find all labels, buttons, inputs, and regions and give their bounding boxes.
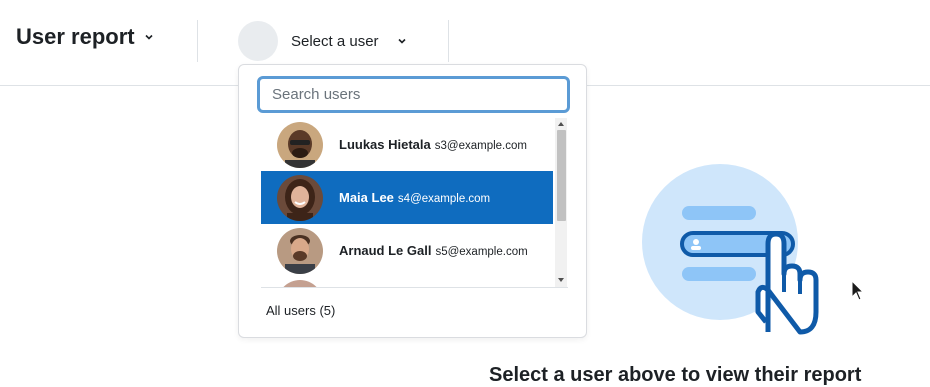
report-title: User report <box>16 24 135 49</box>
select-user-prompt: Select a user above to view their report <box>489 364 862 386</box>
user-name: Maia Lee <box>339 189 394 205</box>
user-email: s5@example.com <box>435 245 528 258</box>
select-user-illustration <box>642 164 819 335</box>
divider <box>261 287 568 288</box>
avatar <box>277 279 323 287</box>
avatar <box>277 227 323 274</box>
header-divider <box>197 20 198 62</box>
scroll-up-icon[interactable] <box>557 120 565 128</box>
scrollbar[interactable] <box>555 118 567 287</box>
chevron-down-icon <box>145 34 153 40</box>
search-input[interactable] <box>257 76 570 113</box>
list-item[interactable]: Luukas Hietala s3@example.com <box>261 118 553 171</box>
header-divider <box>448 20 449 62</box>
scrollbar-thumb[interactable] <box>557 130 566 221</box>
all-users-link[interactable]: All users (5) <box>266 303 335 318</box>
user-email: s4@example.com <box>397 192 491 205</box>
list-item[interactable]: Arnaud Le Gall s5@example.com <box>261 224 553 277</box>
list-item[interactable]: Maia Lee s4@example.com <box>261 171 553 224</box>
avatar <box>277 174 323 221</box>
avatar <box>277 121 323 168</box>
user-email: s3@example.com <box>434 139 527 152</box>
report-selector[interactable]: User report <box>16 24 154 50</box>
user-search-dropdown: Luukas Hietalas3@example.com Maia Lees4@… <box>238 64 587 338</box>
chevron-down-icon <box>397 38 406 44</box>
user-name: Arnaud Le Gall <box>339 242 432 258</box>
avatar <box>238 21 278 61</box>
user-list[interactable]: Luukas Hietala s3@example.com Maia Lee s4@… <box>261 118 568 287</box>
scroll-down-icon[interactable] <box>557 276 565 284</box>
user-selector-label: Select a user <box>291 32 379 50</box>
user-name: Luukas Hietala <box>339 136 431 152</box>
mouse-pointer-icon <box>851 280 865 301</box>
user-selector-button[interactable]: Select a user <box>238 21 407 61</box>
